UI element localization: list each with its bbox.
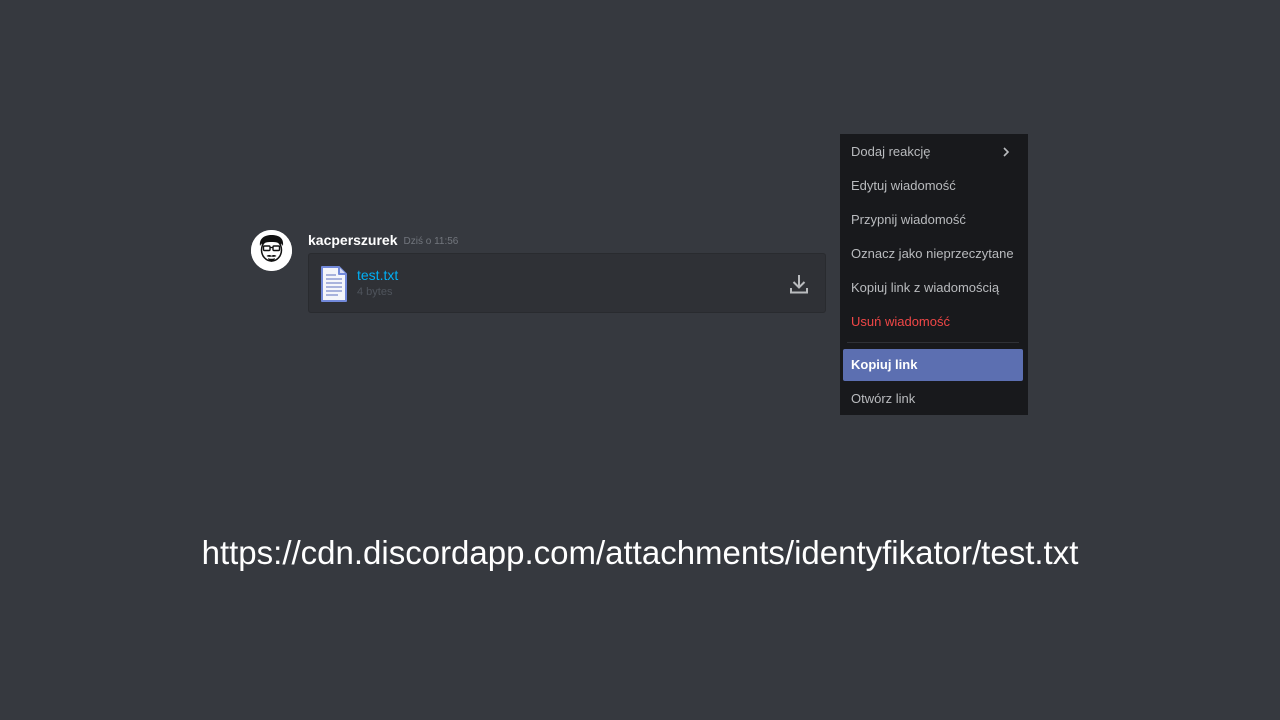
url-caption: https://cdn.discordapp.com/attachments/i… — [201, 534, 1079, 571]
file-attachment: test.txt 4 bytes — [308, 253, 826, 313]
menu-item-label: Usuń wiadomość — [851, 314, 950, 329]
file-name-link[interactable]: test.txt — [357, 267, 398, 283]
menu-item-label: Dodaj reakcję — [851, 144, 931, 159]
menu-item-add-reaction[interactable]: Dodaj reakcję — [843, 136, 1023, 168]
menu-item-edit-message[interactable]: Edytuj wiadomość — [843, 170, 1023, 202]
menu-item-label: Kopiuj link — [851, 357, 918, 372]
menu-item-copy-link[interactable]: Kopiuj link — [843, 349, 1023, 381]
file-size: 4 bytes — [357, 286, 393, 298]
download-icon[interactable] — [788, 273, 810, 295]
menu-item-copy-message-link[interactable]: Kopiuj link z wiadomością — [843, 272, 1023, 304]
menu-item-mark-unread[interactable]: Oznacz jako nieprzeczytane — [843, 238, 1023, 270]
timestamp: Dziś o 11:56 — [403, 236, 459, 247]
avatar-face-icon — [251, 230, 292, 271]
menu-item-delete-message[interactable]: Usuń wiadomość — [843, 306, 1023, 338]
text-file-icon — [320, 265, 348, 303]
menu-item-pin-message[interactable]: Przypnij wiadomość — [843, 204, 1023, 236]
menu-separator — [847, 342, 1019, 343]
avatar[interactable] — [251, 230, 292, 271]
context-menu: Dodaj reakcję Edytuj wiadomość Przypnij … — [840, 134, 1028, 415]
menu-item-label: Przypnij wiadomość — [851, 212, 966, 227]
chevron-right-icon — [1001, 147, 1011, 157]
menu-item-label: Edytuj wiadomość — [851, 178, 956, 193]
chat-message: kacperszurek Dziś o 11:56 test.txt 4 byte… — [251, 230, 831, 320]
menu-item-label: Oznacz jako nieprzeczytane — [851, 246, 1014, 261]
menu-item-label: Kopiuj link z wiadomością — [851, 280, 1000, 295]
username[interactable]: kacperszurek — [308, 232, 398, 248]
menu-item-open-link[interactable]: Otwórz link — [843, 383, 1023, 415]
message-header: kacperszurek Dziś o 11:56 — [308, 232, 458, 250]
menu-item-label: Otwórz link — [851, 391, 916, 406]
